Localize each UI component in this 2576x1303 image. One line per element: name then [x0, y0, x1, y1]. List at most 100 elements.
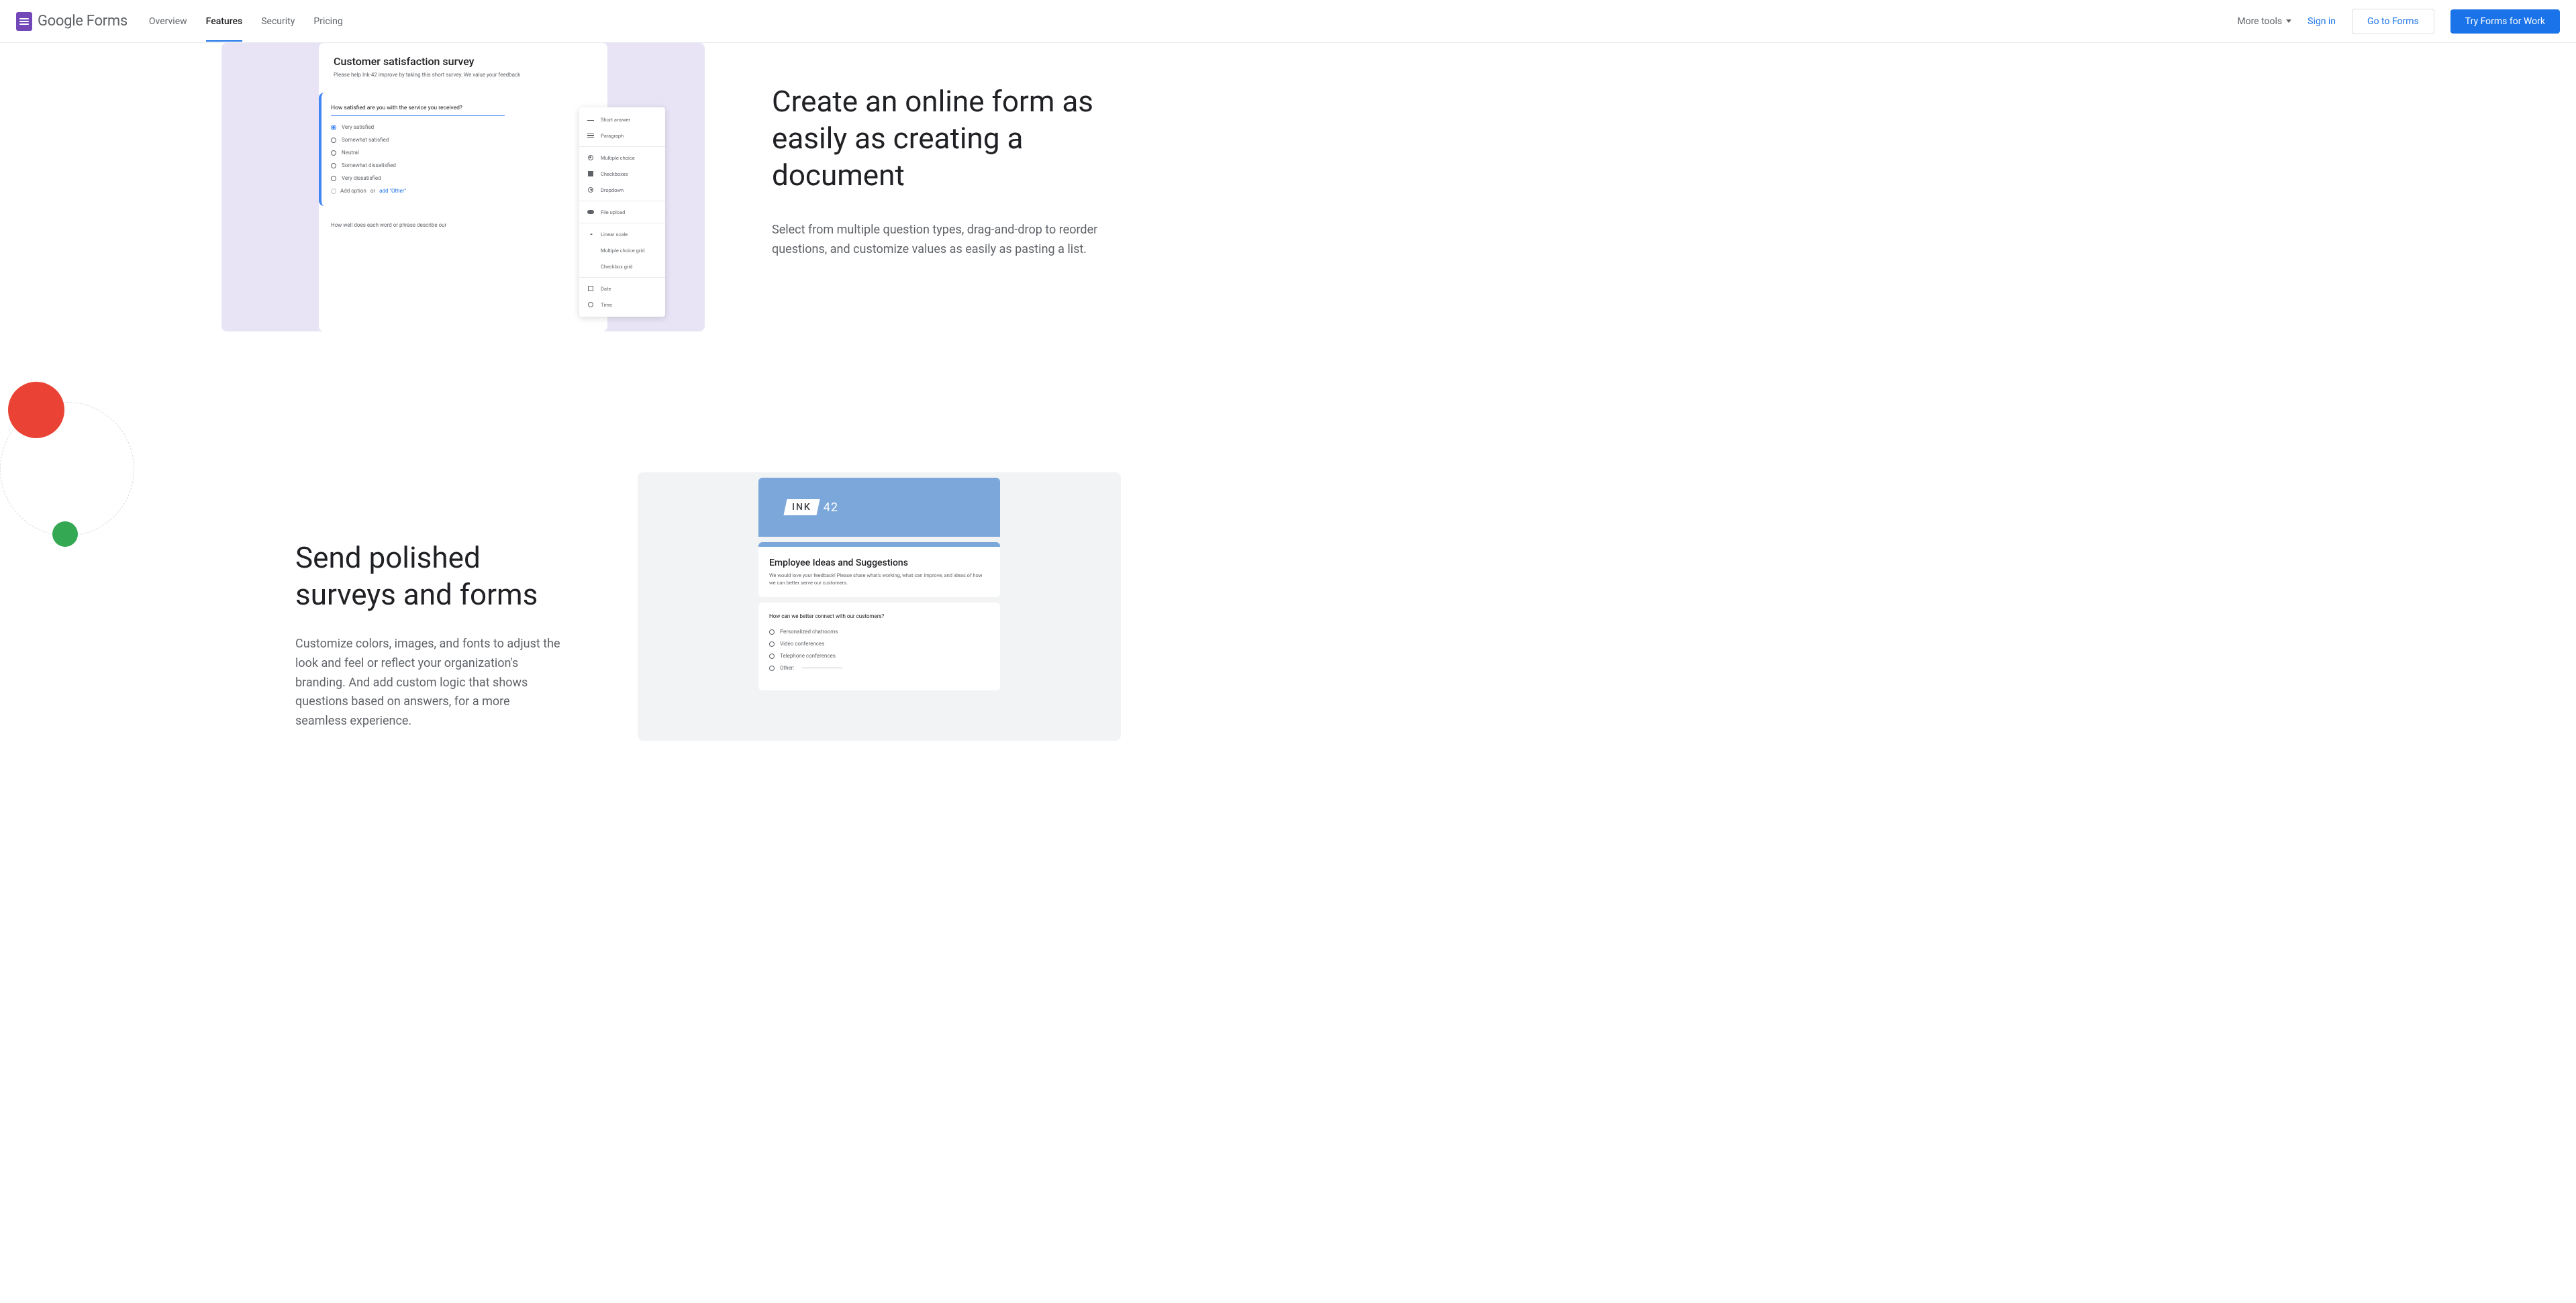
radio-option: Somewhat satisfied [331, 137, 598, 143]
question-title-2: How well does each word or phrase descri… [331, 222, 505, 228]
radio-option: Neutral [331, 150, 598, 156]
radio-icon [331, 163, 336, 168]
form-title: Customer satisfaction survey [334, 55, 593, 68]
section-send-polished: Send polished surveys and forms Customiz… [0, 466, 2576, 808]
form-question-card: How satisfied are you with the service y… [319, 93, 607, 206]
form-mock: Customer satisfaction survey Please help… [319, 43, 607, 331]
radio-option: Telephone conferences [769, 653, 989, 659]
radio-option: Very dissatisfied [331, 175, 598, 181]
green-circle-icon [52, 521, 78, 547]
qtype-dropdown: Dropdown [579, 182, 665, 198]
add-option-label: Add option [340, 188, 366, 194]
form2-question: How can we better connect with our custo… [769, 613, 989, 619]
option-label: Video conferences [780, 641, 824, 647]
form2: INK 42 Employee Ideas and Suggestions We… [758, 478, 1000, 741]
more-tools-dropdown[interactable]: More tools [2237, 16, 2291, 27]
qtype-cb-grid: Checkbox grid [579, 258, 665, 274]
option-label: Personalized chatrooms [780, 629, 838, 635]
nav-features[interactable]: Features [206, 1, 243, 42]
option-label: Very satisfied [342, 124, 374, 130]
qtype-label: Checkboxes [601, 171, 628, 177]
radio-empty-icon [331, 189, 336, 194]
more-tools-label: More tools [2237, 16, 2282, 27]
qtype-label: Multiple choice [601, 155, 635, 161]
form2-banner: INK 42 [758, 478, 1000, 537]
nav-security[interactable]: Security [261, 1, 295, 42]
question-type-menu: Short answer Paragraph Multiple choice C… [579, 107, 665, 317]
header-right: More tools Sign in Go to Forms Try Forms… [2237, 9, 2560, 34]
nav-pricing[interactable]: Pricing [313, 1, 342, 42]
form-header-card: Customer satisfaction survey Please help… [319, 43, 607, 86]
qtype-linear-scale: •••Linear scale [579, 226, 665, 242]
section-2-text: Send polished surveys and forms Customiz… [295, 539, 564, 731]
qtype-label: Linear scale [601, 231, 628, 238]
radio-options: Very satisfied Somewhat satisfied Neutra… [331, 124, 598, 181]
ink-badge: INK [783, 499, 820, 515]
radio-icon [331, 138, 336, 143]
form2-question-card: How can we better connect with our custo… [758, 603, 1000, 690]
option-label: Somewhat satisfied [342, 137, 389, 143]
section-1-body: Select from multiple question types, dra… [772, 221, 1114, 260]
option-label: Neutral [342, 150, 359, 156]
qtype-mc-grid: Multiple choice grid [579, 242, 665, 258]
go-to-forms-button[interactable]: Go to Forms [2352, 9, 2434, 34]
forms-icon [16, 12, 32, 31]
radio-option: Video conferences [769, 641, 989, 647]
section-1-text: Create an online form as easily as creat… [772, 83, 1114, 260]
radio-icon [769, 654, 775, 659]
qtype-paragraph: Paragraph [579, 127, 665, 144]
qtype-label: Multiple choice grid [601, 248, 644, 254]
qtype-checkboxes: Checkboxes [579, 166, 665, 182]
add-other-link: add "Other" [379, 188, 406, 194]
radio-icon [331, 125, 336, 130]
qtype-date: Date [579, 280, 665, 297]
question-title: How satisfied are you with the service y… [331, 105, 505, 116]
qtype-short-answer: Short answer [579, 111, 665, 127]
radio-icon [331, 150, 336, 156]
qtype-label: Time [601, 302, 612, 308]
radio-icon [769, 666, 775, 671]
logo-text: Google Forms [38, 13, 128, 30]
chevron-down-icon [2286, 19, 2291, 23]
qtype-time: Time [579, 297, 665, 313]
form-builder-mockup: Customer satisfaction survey Please help… [221, 43, 705, 331]
radio-option: Very satisfied [331, 124, 598, 130]
qtype-file-upload: File upload [579, 204, 665, 220]
brand-number: 42 [824, 501, 838, 515]
red-circle-icon [8, 382, 64, 438]
form2-title-card: Employee Ideas and Suggestions We would … [758, 542, 1000, 597]
primary-nav: Overview Features Security Pricing [149, 1, 343, 42]
google-forms-logo[interactable]: Google Forms [16, 12, 128, 31]
option-label: Somewhat dissatisfied [342, 162, 396, 168]
section-2-heading: Send polished surveys and forms [295, 539, 564, 613]
nav-overview[interactable]: Overview [149, 1, 187, 42]
radio-option: Personalized chatrooms [769, 629, 989, 635]
or-label: or [370, 188, 375, 194]
radio-option: Other: [769, 665, 989, 671]
try-forms-for-work-button[interactable]: Try Forms for Work [2450, 9, 2560, 34]
sign-in-link[interactable]: Sign in [2308, 16, 2336, 27]
option-label: Very dissatisfied [342, 175, 381, 181]
qtype-label: File upload [601, 209, 625, 215]
qtype-label: Checkbox grid [601, 264, 633, 270]
qtype-multiple-choice: Multiple choice [579, 150, 665, 166]
decorative-circles [0, 382, 134, 556]
radio-icon [769, 629, 775, 635]
form2-title: Employee Ideas and Suggestions [769, 558, 989, 568]
brand-text: INK [792, 502, 811, 513]
qtype-label: Paragraph [601, 133, 624, 139]
radio-icon [331, 176, 336, 181]
branded-form-mockup: INK 42 Employee Ideas and Suggestions We… [638, 472, 1121, 741]
radio-option: Somewhat dissatisfied [331, 162, 598, 168]
qtype-label: Date [601, 286, 611, 292]
radio-icon [769, 641, 775, 647]
page-content: Customer satisfaction survey Please help… [0, 43, 2576, 808]
main-header: Google Forms Overview Features Security … [0, 0, 2576, 43]
form2-subtitle: We would love your feedback! Please shar… [769, 572, 989, 586]
option-label: Other: [780, 665, 794, 671]
qtype-label: Dropdown [601, 187, 624, 193]
qtype-label: Short answer [601, 117, 630, 123]
header-left: Google Forms Overview Features Security … [16, 1, 343, 42]
form-subtitle: Please help Ink-42 improve by taking thi… [334, 72, 593, 78]
add-option-row: Add option or add "Other" [331, 188, 598, 194]
